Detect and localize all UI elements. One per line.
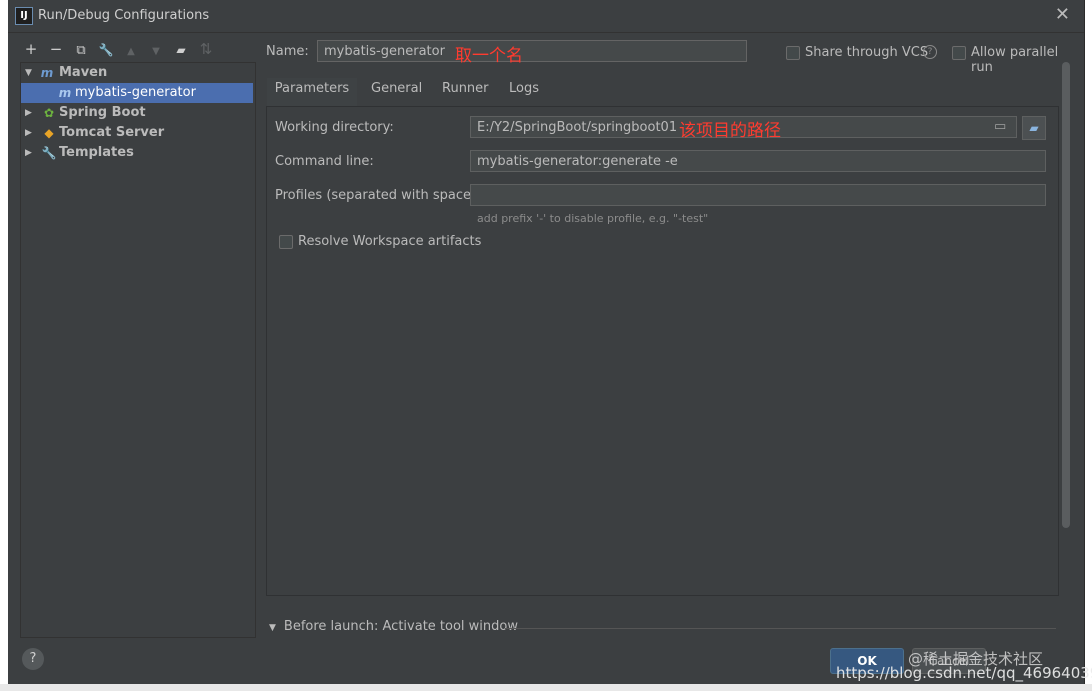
name-annotation: 取一个名 [455, 46, 523, 66]
background-right-strip [1085, 0, 1092, 691]
tab-label: Logs [509, 81, 539, 96]
close-icon[interactable]: ✕ [1055, 4, 1070, 25]
resolve-workspace-label: Resolve Workspace artifacts [298, 234, 482, 249]
csdn-watermark: https://blog.csdn.net/qq_46964039 [836, 664, 1092, 682]
tree-item-label: Templates [59, 145, 134, 160]
share-vcs-label: Share through VCS [805, 45, 929, 60]
configuration-tree: ▼ m Maven m mybatis-generator ▶ ✿ Spring… [20, 62, 256, 638]
background-bottom-strip [0, 684, 1092, 691]
copy-icon[interactable]: ⧉ [72, 42, 90, 60]
browse-folder-button[interactable]: ▰ [1022, 116, 1046, 140]
folder-icon[interactable]: ▰ [172, 41, 190, 59]
add-icon[interactable]: + [22, 40, 40, 58]
tree-item-label: Maven [59, 65, 108, 80]
tomcat-icon: ◆ [44, 126, 54, 140]
wrench-icon: 🔧 [41, 146, 57, 160]
tree-item-label: Spring Boot [59, 105, 146, 120]
profiles-label: Profiles (separated with space): [275, 188, 481, 203]
move-up-icon[interactable]: ▲ [122, 43, 140, 61]
chevron-down-icon[interactable]: ▼ [25, 63, 35, 83]
working-directory-label: Working directory: [275, 120, 394, 135]
tree-item-label: mybatis-generator [75, 85, 196, 100]
resolve-workspace-checkbox[interactable] [279, 235, 293, 249]
chevron-right-icon[interactable]: ▶ [25, 143, 35, 163]
intellij-app-icon: IJ [15, 7, 33, 25]
before-launch-label: Before launch: Activate tool window [283, 619, 518, 634]
help-icon[interactable]: ? [923, 45, 937, 59]
command-line-label: Command line: [275, 154, 374, 169]
tab-parameters[interactable]: Parameters [267, 78, 357, 109]
help-button[interactable]: ? [22, 648, 44, 670]
tree-item-label: Tomcat Server [59, 125, 165, 140]
dialog-title: Run/Debug Configurations [38, 8, 210, 23]
wrench-icon[interactable]: 🔧 [97, 41, 115, 59]
name-label: Name: [266, 44, 309, 59]
remove-icon[interactable]: − [47, 40, 65, 58]
tab-label: Parameters [274, 81, 350, 96]
tab-logs[interactable]: Logs [509, 78, 539, 106]
background-left-strip [0, 0, 8, 691]
divider [505, 628, 1056, 629]
spring-boot-icon: ✿ [43, 106, 55, 120]
parameters-panel: Working directory: E:/Y2/SpringBoot/spri… [266, 106, 1059, 596]
tree-item-templates[interactable]: ▶ 🔧 Templates [21, 143, 253, 163]
chevron-down-icon: ▼ [269, 623, 276, 633]
profiles-input[interactable] [470, 184, 1046, 206]
tree-item-tomcat-server[interactable]: ▶ ◆ Tomcat Server [21, 123, 253, 143]
tab-label: General [371, 81, 423, 96]
config-toolbar: + − ⧉ 🔧 ▲ ▼ ▰ ⇅ [22, 40, 222, 60]
tree-item-mybatis-generator[interactable]: m mybatis-generator [21, 83, 253, 103]
name-input[interactable]: mybatis-generator [317, 40, 747, 62]
path-annotation: 该项目的路径 [679, 121, 781, 141]
command-line-input[interactable]: mybatis-generator:generate -e [470, 150, 1046, 172]
tab-runner[interactable]: Runner [442, 78, 489, 106]
maven-icon: m [58, 86, 72, 100]
chevron-right-icon[interactable]: ▶ [25, 123, 35, 143]
profiles-hint: add prefix '-' to disable profile, e.g. … [477, 212, 709, 225]
share-vcs-checkbox[interactable] [786, 46, 800, 60]
sort-icon[interactable]: ⇅ [197, 40, 215, 58]
maven-icon: m [40, 66, 54, 80]
tree-item-maven[interactable]: ▼ m Maven [21, 63, 253, 83]
run-debug-dialog: IJ Run/Debug Configurations ✕ + − ⧉ 🔧 ▲ ▼ ▰ ⇅ ▼… [8, 0, 1092, 684]
chevron-right-icon[interactable]: ▶ [25, 103, 35, 123]
before-launch-section[interactable]: ▼ Before launch: Activate tool window [269, 619, 518, 634]
tab-label: Runner [442, 81, 489, 96]
tab-general[interactable]: General [371, 78, 422, 106]
tree-item-spring-boot[interactable]: ▶ ✿ Spring Boot [21, 103, 253, 123]
move-down-icon[interactable]: ▼ [147, 43, 165, 61]
allow-parallel-checkbox[interactable] [952, 46, 966, 60]
title-bar: IJ Run/Debug Configurations ✕ [8, 0, 1084, 33]
vertical-scrollbar[interactable] [1062, 62, 1070, 528]
folder-open-icon[interactable]: ▭ [994, 119, 1006, 134]
